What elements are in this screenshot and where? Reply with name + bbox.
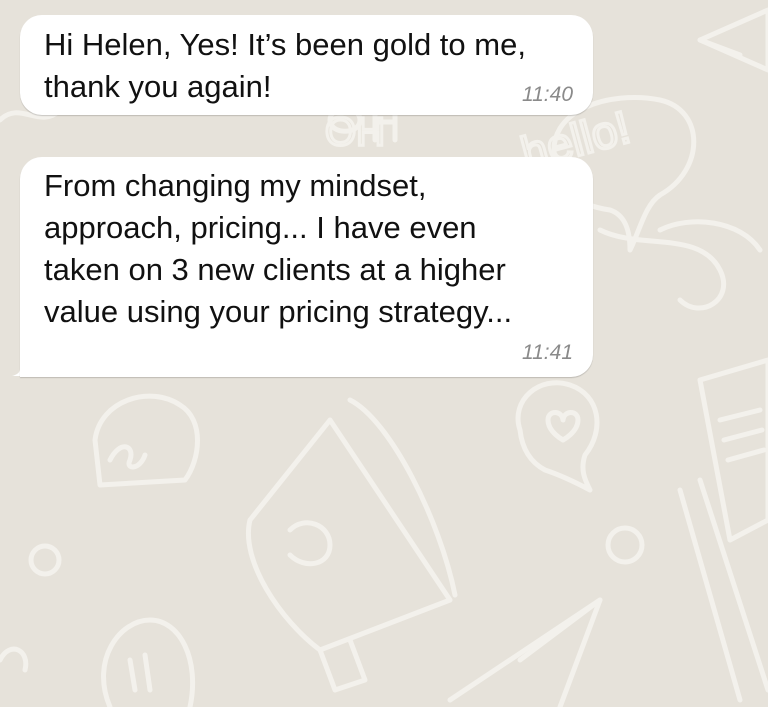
message-text: From changing my mindset, approach, pric…	[44, 168, 513, 329]
message-bubble-incoming[interactable]: Hi Helen, Yes! It’s been gold to me, tha…	[20, 15, 593, 115]
message-text: Hi Helen, Yes! It’s been gold to me, tha…	[44, 27, 526, 104]
message-timestamp: 11:40	[522, 83, 573, 106]
message-timestamp: 11:41	[522, 341, 573, 364]
message-bubble-incoming[interactable]: From changing my mindset, approach, pric…	[20, 157, 593, 377]
doodle-oh-text: OH	[325, 110, 385, 154]
